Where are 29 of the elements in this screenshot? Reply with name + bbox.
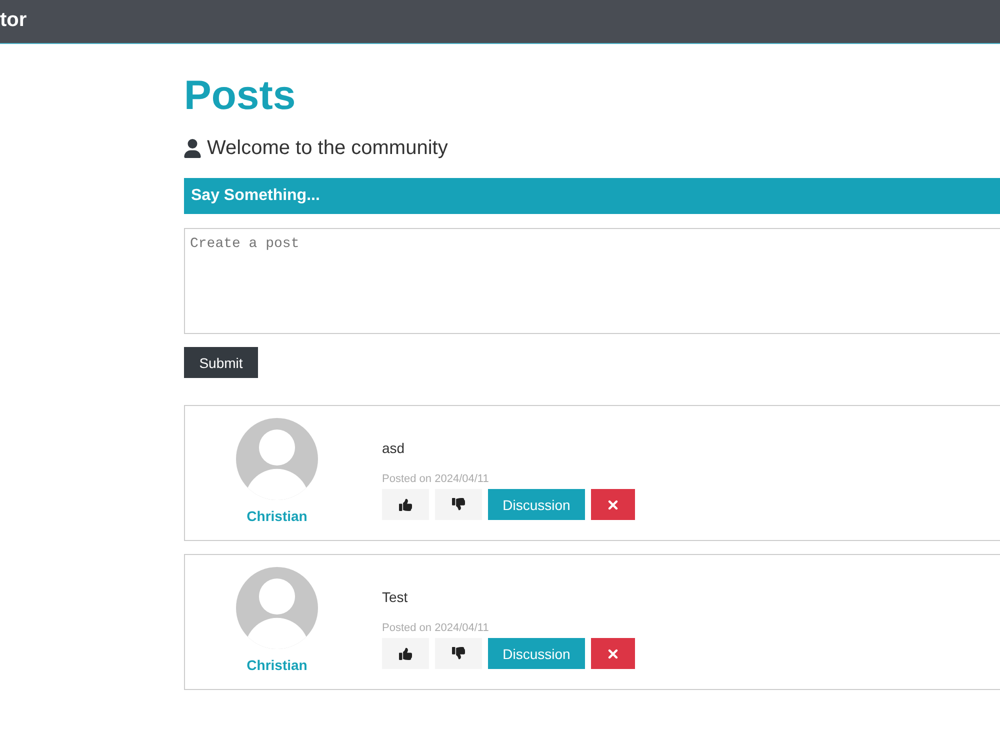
thumbs-down-icon xyxy=(452,498,465,511)
delete-button[interactable] xyxy=(591,489,635,520)
post-date: Posted on 2024/04/11 xyxy=(382,472,490,486)
post-date: Posted on 2024/04/11 xyxy=(382,621,490,635)
discussion-button[interactable]: Discussion xyxy=(488,489,585,520)
post-text: Test xyxy=(382,589,409,605)
like-button[interactable] xyxy=(382,489,429,520)
thumbs-up-icon xyxy=(399,498,412,511)
user-icon xyxy=(184,138,201,158)
author-link[interactable]: Christian xyxy=(246,657,308,673)
close-icon xyxy=(608,648,618,658)
avatar-icon xyxy=(236,418,318,500)
page-title: Posts xyxy=(184,71,297,119)
submit-button[interactable]: Submit xyxy=(184,347,258,378)
like-button[interactable] xyxy=(382,638,429,669)
brand-logo[interactable]: tor xyxy=(0,9,27,34)
delete-button[interactable] xyxy=(591,638,635,669)
welcome-text: Welcome to the community xyxy=(207,136,448,161)
post-input-field[interactable]: Create a post xyxy=(184,228,1000,334)
dislike-button[interactable] xyxy=(435,638,482,669)
thumbs-up-icon xyxy=(399,647,412,660)
thumbs-down-icon xyxy=(452,647,465,660)
discussion-button[interactable]: Discussion xyxy=(488,638,585,669)
post-text: asd xyxy=(382,440,406,456)
dislike-button[interactable] xyxy=(435,489,482,520)
form-header: Say Something... xyxy=(184,178,1000,214)
avatar-icon xyxy=(236,567,318,649)
author-link[interactable]: Christian xyxy=(246,508,308,524)
close-icon xyxy=(608,500,618,510)
